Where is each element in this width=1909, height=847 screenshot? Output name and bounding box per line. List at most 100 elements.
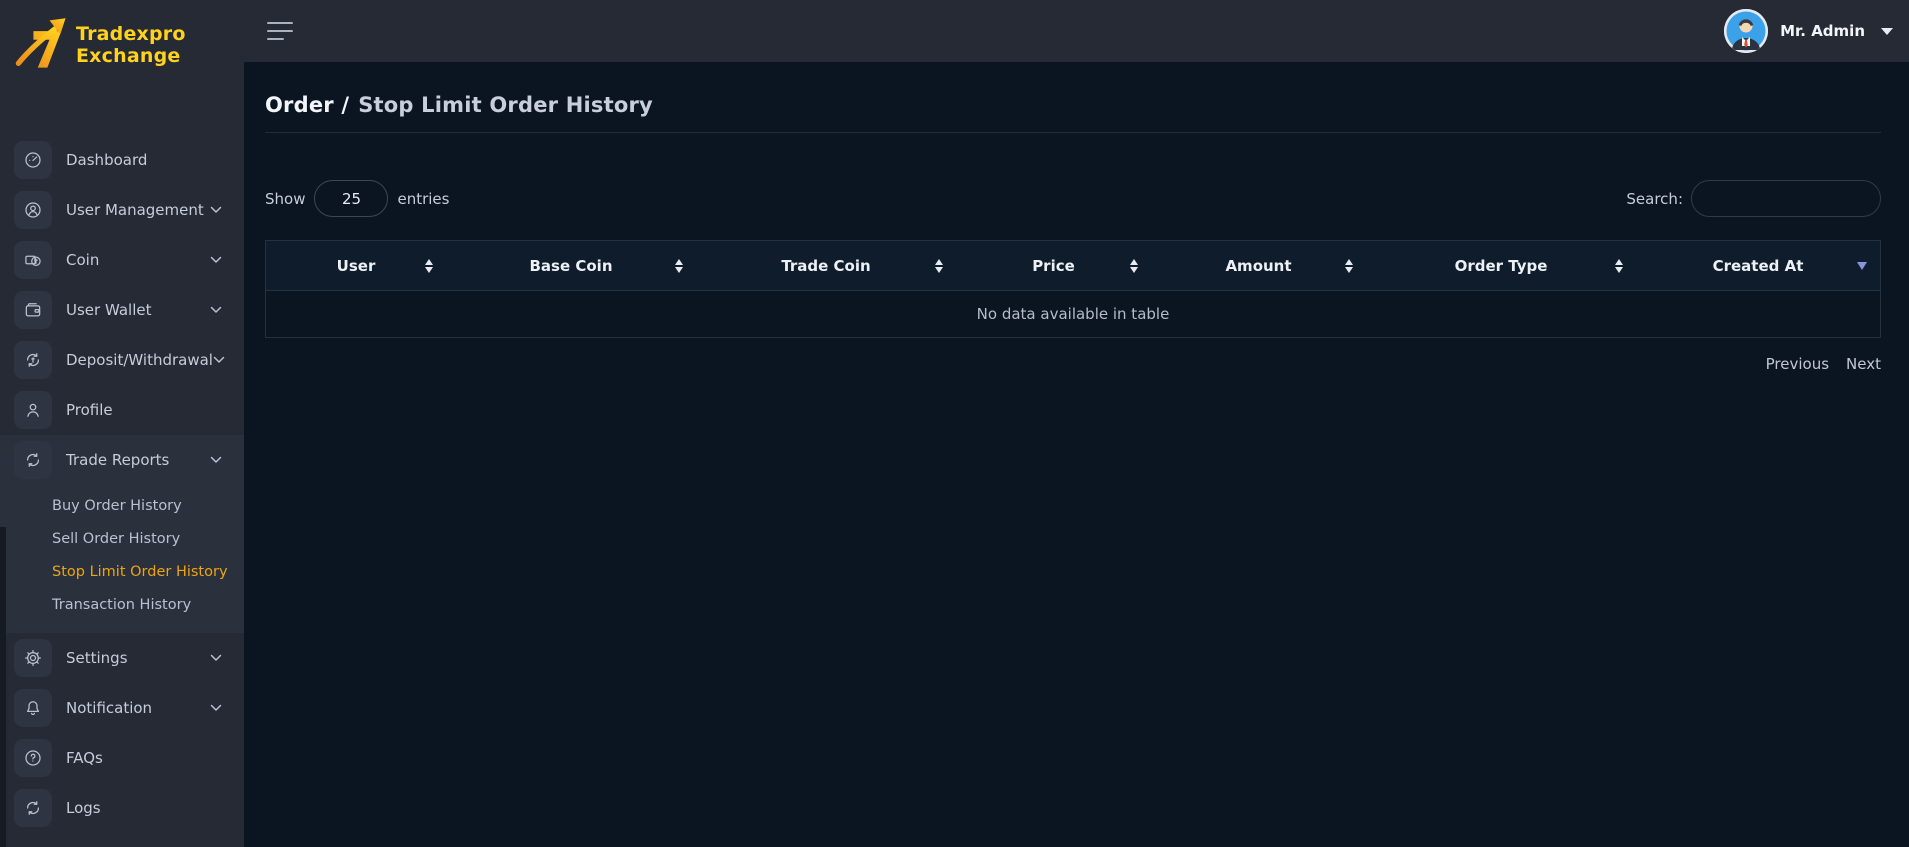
sidebar-subitem-sell-order-history[interactable]: Sell Order History bbox=[0, 522, 244, 555]
sidebar: Tradexpro Exchange Dashboard User Manage… bbox=[0, 0, 244, 847]
sort-icon bbox=[675, 259, 683, 273]
table-header-row: User Base Coin Trade Coin Price bbox=[266, 241, 1880, 291]
faqs-icon bbox=[14, 739, 52, 777]
sidebar-group-trade-reports: Trade Reports Buy Order History Sell Ord… bbox=[0, 435, 244, 633]
sidebar-item-settings[interactable]: Settings bbox=[0, 633, 244, 683]
sidebar-item-trade-reports[interactable]: Trade Reports bbox=[0, 435, 244, 485]
column-header-amount[interactable]: Amount bbox=[1151, 241, 1366, 290]
sidebar-item-dashboard[interactable]: Dashboard bbox=[0, 135, 244, 185]
topbar: Mr. Admin bbox=[244, 0, 1909, 62]
table-controls: Show 25 entries Search: bbox=[265, 180, 1881, 217]
sidebar-item-deposit-withdrawal[interactable]: Deposit/Withdrawal bbox=[0, 335, 244, 385]
sidebar-item-label: Notification bbox=[66, 699, 210, 717]
notification-icon bbox=[14, 689, 52, 727]
title-divider bbox=[265, 132, 1881, 133]
chevron-down-icon bbox=[210, 654, 222, 662]
column-header-base-coin[interactable]: Base Coin bbox=[446, 241, 696, 290]
trade-reports-submenu: Buy Order History Sell Order History Sto… bbox=[0, 485, 244, 621]
show-label: Show bbox=[265, 190, 305, 208]
entries-label: entries bbox=[397, 190, 449, 208]
column-header-user[interactable]: User bbox=[266, 241, 446, 290]
caret-down-icon bbox=[1881, 28, 1893, 35]
search-input[interactable] bbox=[1691, 180, 1881, 217]
brand-name: Tradexpro Exchange bbox=[76, 24, 186, 68]
brand-logo-icon bbox=[12, 13, 72, 79]
sort-icon bbox=[1130, 259, 1138, 273]
sidebar-subitem-stop-limit-order-history[interactable]: Stop Limit Order History bbox=[0, 555, 244, 588]
sidebar-menu: Dashboard User Management Coin User Wall… bbox=[0, 135, 244, 833]
sidebar-subitem-label: Stop Limit Order History bbox=[52, 564, 228, 580]
chevron-down-icon bbox=[210, 306, 222, 314]
chevron-down-icon bbox=[213, 356, 225, 364]
column-header-created-at[interactable]: Created At bbox=[1636, 241, 1880, 290]
page-head: Order / Stop Limit Order History bbox=[265, 62, 1881, 133]
sidebar-item-logs[interactable]: Logs bbox=[0, 783, 244, 833]
profile-icon bbox=[14, 391, 52, 429]
sidebar-subitem-label: Sell Order History bbox=[52, 531, 180, 547]
sidebar-item-profile[interactable]: Profile bbox=[0, 385, 244, 435]
sidebar-item-label: Coin bbox=[66, 251, 210, 269]
deposit-withdrawal-icon bbox=[14, 341, 52, 379]
user-wallet-icon bbox=[14, 291, 52, 329]
page-size-value: 25 bbox=[342, 190, 361, 208]
main-content: Order / Stop Limit Order History Show 25… bbox=[244, 62, 1909, 847]
user-menu[interactable]: Mr. Admin bbox=[1724, 9, 1893, 53]
chevron-down-icon bbox=[210, 206, 222, 214]
chevron-down-icon bbox=[210, 704, 222, 712]
sidebar-scrollbar[interactable] bbox=[0, 527, 6, 847]
search-label: Search: bbox=[1626, 190, 1683, 208]
chevron-down-icon bbox=[210, 456, 222, 464]
pagination: Previous Next bbox=[265, 355, 1881, 373]
page-size-select[interactable]: 25 bbox=[314, 180, 388, 217]
sidebar-item-notification[interactable]: Notification bbox=[0, 683, 244, 733]
user-management-icon bbox=[14, 191, 52, 229]
settings-icon bbox=[14, 639, 52, 677]
breadcrumb-current: Stop Limit Order History bbox=[358, 93, 653, 117]
next-page-button[interactable]: Next bbox=[1846, 355, 1881, 373]
sort-icon bbox=[425, 259, 433, 273]
sidebar-subitem-buy-order-history[interactable]: Buy Order History bbox=[0, 489, 244, 522]
sidebar-item-label: Profile bbox=[66, 401, 222, 419]
coin-icon bbox=[14, 241, 52, 279]
app-root: Tradexpro Exchange Dashboard User Manage… bbox=[0, 0, 1909, 847]
sidebar-item-label: User Management bbox=[66, 201, 210, 219]
sidebar-item-label: Trade Reports bbox=[66, 451, 210, 469]
sidebar-item-label: Settings bbox=[66, 649, 210, 667]
dashboard-icon bbox=[14, 141, 52, 179]
avatar bbox=[1724, 9, 1768, 53]
sort-descending-icon bbox=[1857, 262, 1867, 270]
user-name: Mr. Admin bbox=[1780, 22, 1865, 40]
chevron-down-icon bbox=[210, 256, 222, 264]
sidebar-item-user-management[interactable]: User Management bbox=[0, 185, 244, 235]
menu-toggle-button[interactable] bbox=[265, 18, 295, 44]
brand-name-line1: Tradexpro bbox=[76, 24, 186, 46]
sort-icon bbox=[1615, 259, 1623, 273]
sidebar-item-label: Dashboard bbox=[66, 151, 222, 169]
brand-name-line2: Exchange bbox=[76, 46, 186, 68]
column-header-price[interactable]: Price bbox=[956, 241, 1151, 290]
breadcrumb-root: Order / bbox=[265, 93, 349, 117]
trade-reports-icon bbox=[14, 441, 52, 479]
sidebar-item-user-wallet[interactable]: User Wallet bbox=[0, 285, 244, 335]
sidebar-item-label: User Wallet bbox=[66, 301, 210, 319]
sidebar-subitem-transaction-history[interactable]: Transaction History bbox=[0, 588, 244, 621]
search-control: Search: bbox=[1626, 180, 1881, 217]
sidebar-item-coin[interactable]: Coin bbox=[0, 235, 244, 285]
sort-icon bbox=[935, 259, 943, 273]
sidebar-item-label: Logs bbox=[66, 799, 222, 817]
column-header-order-type[interactable]: Order Type bbox=[1366, 241, 1636, 290]
sidebar-item-faqs[interactable]: FAQs bbox=[0, 733, 244, 783]
sort-icon bbox=[1345, 259, 1353, 273]
sidebar-subitem-label: Transaction History bbox=[52, 597, 191, 613]
sidebar-item-label: FAQs bbox=[66, 749, 222, 767]
sidebar-item-label: Deposit/Withdrawal bbox=[66, 351, 213, 369]
brand-logo[interactable]: Tradexpro Exchange bbox=[0, 0, 244, 92]
page-title: Order / Stop Limit Order History bbox=[265, 93, 1881, 117]
orders-table: User Base Coin Trade Coin Price bbox=[265, 240, 1881, 338]
logs-icon bbox=[14, 789, 52, 827]
sidebar-subitem-label: Buy Order History bbox=[52, 498, 182, 514]
table-empty-message: No data available in table bbox=[266, 291, 1880, 337]
column-header-trade-coin[interactable]: Trade Coin bbox=[696, 241, 956, 290]
previous-page-button[interactable]: Previous bbox=[1766, 355, 1829, 373]
page-length-control: Show 25 entries bbox=[265, 180, 449, 217]
